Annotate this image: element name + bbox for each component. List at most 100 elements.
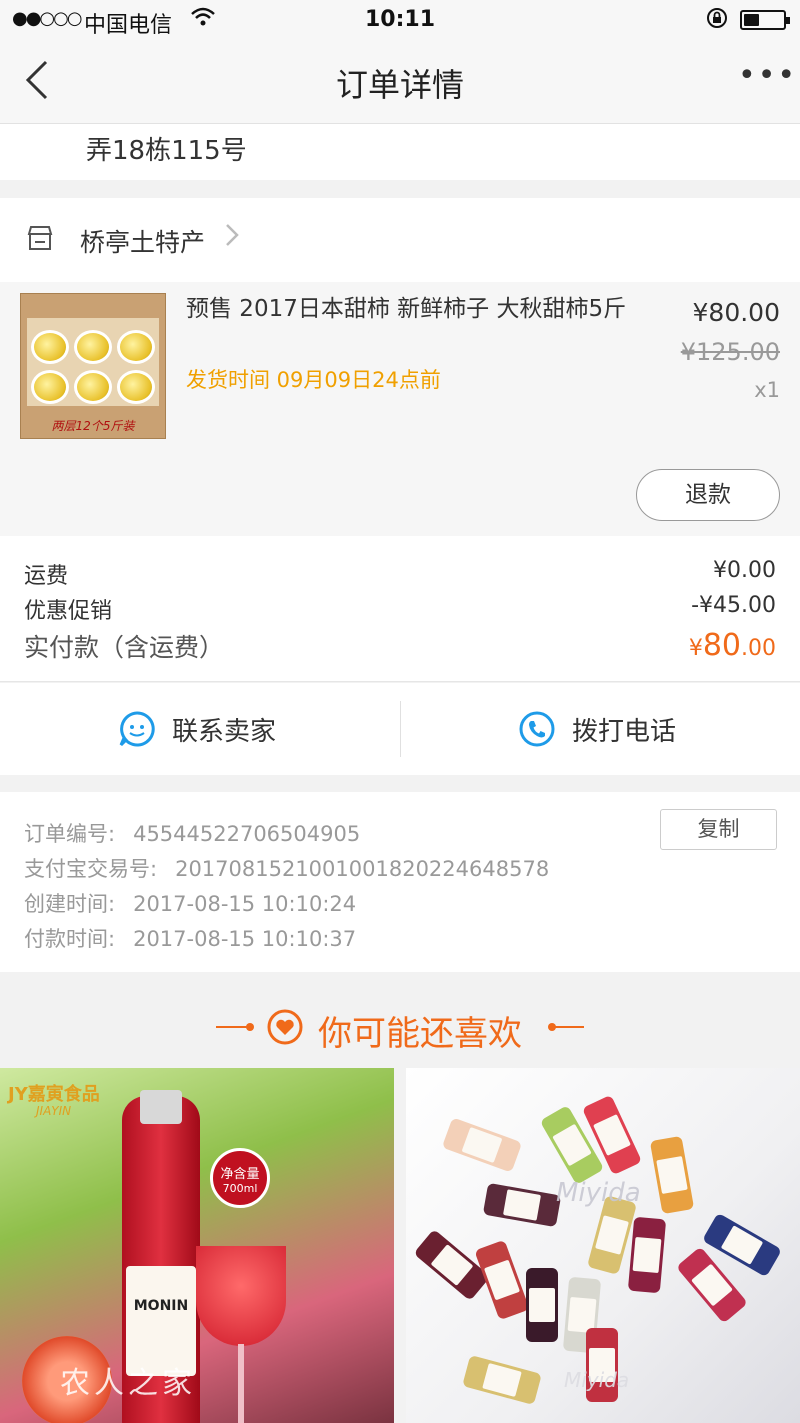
mini-label [430,1244,474,1286]
product-thumbnail: 两层12个5斤装 [20,293,166,439]
discount-row: 优惠促销 -¥45.00 [24,593,776,625]
total-integer: 80 [702,628,741,663]
call-phone-button[interactable]: 拨打电话 [400,683,800,775]
brand-logo-sub: JIAYIN [36,1104,72,1118]
fee-summary: 运费 ¥0.00 优惠促销 -¥45.00 实付款（含运费） ¥80.00 [0,536,800,682]
address-card: 弄18栋115号 [0,124,800,180]
persimmon [117,330,155,364]
battery-level [744,14,759,26]
created-row: 创建时间: 2017-08-15 10:10:24 [24,888,356,918]
order-number-value: 45544522706504905 [133,822,361,846]
mini-label [593,1114,631,1156]
copy-button[interactable]: 复制 [660,809,777,850]
shipping-label: 运费 [24,564,69,589]
product-quantity: x1 [754,378,780,402]
more-menu-button[interactable]: ••• [738,58,797,93]
heading-line-left [216,1026,248,1028]
watermark-bottom: Miyida [564,1368,630,1392]
store-icon [27,226,53,250]
alipay-value: 2017081521001001820224648578 [175,857,550,881]
shop-name: 桥亭土特产 [80,228,206,257]
status-time: 10:11 [364,7,436,32]
volume-badge: 净含量 700ml [210,1148,270,1208]
thumb-tag: 两层12个5斤装 [51,419,135,433]
battery-tip [786,17,790,24]
mini-label [482,1363,522,1397]
alipay-row: 支付宝交易号: 2017081521001001820224648578 [24,853,549,883]
chat-bubble-icon [119,711,155,747]
glass-stem [238,1344,244,1423]
total-label: 实付款（含运费） [24,633,225,662]
contact-seller-label: 联系卖家 [172,717,277,747]
mini-bottle [441,1117,523,1173]
total-value: ¥80.00 [689,628,776,663]
order-info: 订单编号: 45544522706504905 支付宝交易号: 2017081521… [0,792,800,972]
volume-line2: 700ml [222,1182,258,1195]
product-item[interactable]: 两层12个5斤装 预售 2017日本甜柿 新鲜柿子 大秋甜柿5斤 发货时间 09… [0,282,800,536]
paid-value: 2017-08-15 10:10:37 [133,927,357,951]
contact-seller-button[interactable]: 联系卖家 [0,683,400,775]
mini-bottle [482,1182,562,1228]
mini-label [503,1189,541,1221]
mini-label [552,1123,592,1167]
watermark: 农人之家 [60,1366,196,1401]
watermark: Miyida [556,1178,641,1208]
total-decimal: .00 [741,636,776,661]
mini-label [595,1215,629,1255]
total-currency: ¥ [688,636,703,661]
persimmon [74,370,112,404]
phone-icon [519,711,555,747]
cocktail-glass-image [196,1246,286,1346]
persimmon [117,370,155,404]
refund-button[interactable]: 退款 [636,469,780,521]
paid-label: 付款时间: [24,927,116,951]
recommend-title: 你可能还喜欢 [318,1014,522,1054]
mini-bottle [526,1268,558,1342]
total-row: 实付款（含运费） ¥80.00 [24,628,776,664]
paid-row: 付款时间: 2017-08-15 10:10:37 [24,923,356,953]
nav-bar: 订单详情 ••• [0,40,800,124]
ship-time: 发货时间 09月09日24点前 [186,368,441,392]
call-phone-label: 拨打电话 [572,717,677,747]
recommend-heading: 你可能还喜欢 [0,972,800,1068]
mini-label [691,1263,733,1307]
mini-bottle [462,1354,542,1406]
discount-label: 优惠促销 [24,599,113,624]
order-number-label: 订单编号: [24,822,116,846]
mini-bottle [649,1135,695,1215]
created-value: 2017-08-15 10:10:24 [133,892,357,916]
heart-icon [267,1009,303,1045]
shipping-row: 运费 ¥0.00 [24,558,776,590]
contact-bar: 联系卖家 拨打电话 [0,683,800,775]
mini-label [529,1288,555,1322]
mini-label [632,1236,662,1274]
battery-icon [740,10,790,30]
recommend-item-mini-syrups[interactable]: Miyida Miyida [406,1068,800,1423]
brand-logo: JY嘉寅食品 [8,1084,100,1105]
mini-label [656,1156,688,1194]
recommend-item-monin-grapefruit[interactable]: JY嘉寅食品 JIAYIN MONIN 净含量 700ml 农人之家 [0,1068,394,1423]
persimmon [31,370,69,404]
persimmon [74,330,112,364]
shipping-value: ¥0.00 [713,558,776,583]
mini-label [461,1126,503,1164]
created-label: 创建时间: [24,892,116,916]
address-line: 弄18栋115号 [86,136,247,166]
order-number-row: 订单编号: 45544522706504905 [24,818,360,848]
product-price: ¥80.00 [692,298,780,327]
heading-dot-left [246,1023,254,1031]
volume-line1: 净含量 [220,1167,260,1182]
mini-label [483,1259,521,1301]
mini-label [720,1225,764,1265]
chevron-right-icon [224,222,240,255]
status-bar: ●●○○○ 中国电信 10:11 [0,0,800,40]
mini-bottle [627,1216,667,1294]
product-title: 预售 2017日本甜柿 新鲜柿子 大秋甜柿5斤 [186,296,627,322]
bottle-brand: MONIN [133,1298,189,1314]
original-price: ¥125.00 [680,338,780,366]
rotation-lock-icon [706,7,728,34]
alipay-label: 支付宝交易号: [24,857,158,881]
persimmon [31,330,69,364]
shop-header[interactable]: 桥亭土特产 [0,198,800,282]
heading-line-right [552,1026,584,1028]
